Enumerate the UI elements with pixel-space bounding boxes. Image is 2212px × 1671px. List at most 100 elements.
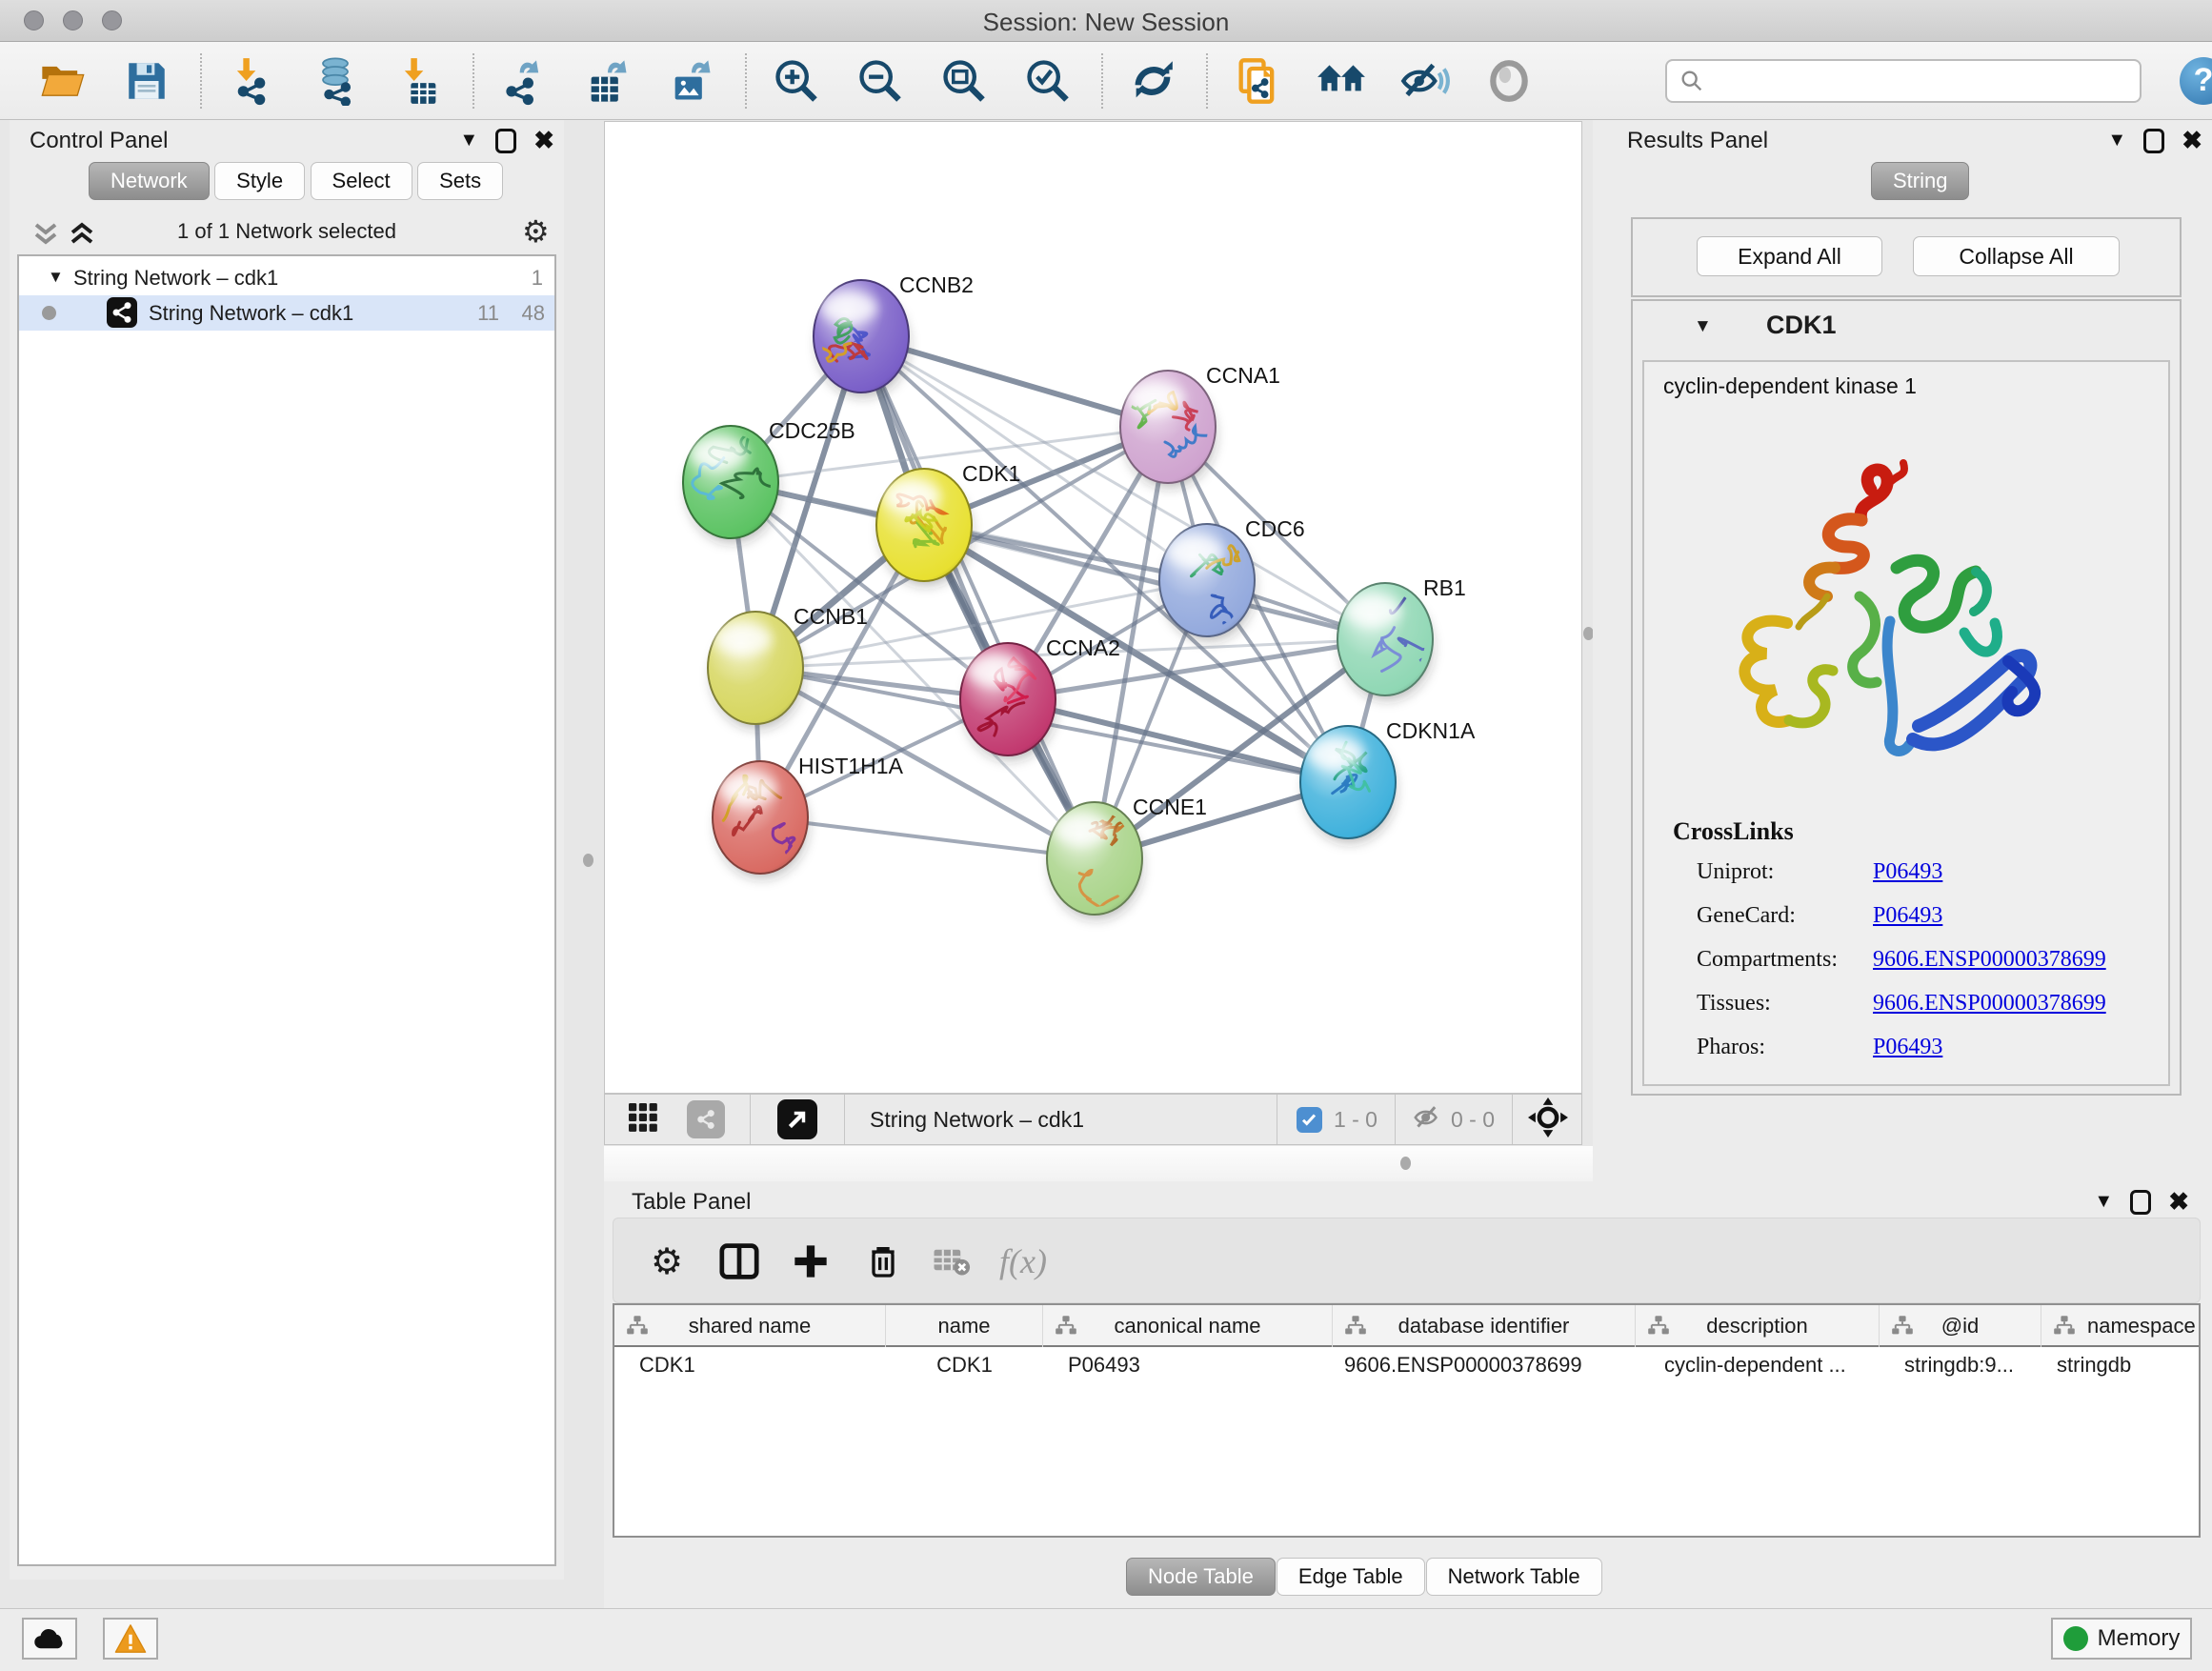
horizontal-splitter-handle[interactable]: [1400, 1157, 1411, 1170]
network-node-count: 11: [477, 301, 499, 326]
panel-float-icon[interactable]: [2143, 129, 2164, 153]
tab-string[interactable]: String: [1871, 162, 1969, 200]
protein-structure-image: [1673, 453, 2073, 796]
crosslink-label: Tissues:: [1697, 991, 1771, 1017]
search-input[interactable]: [1705, 69, 2124, 93]
zoom-in-icon[interactable]: [770, 53, 823, 109]
open-file-icon[interactable]: [36, 53, 90, 109]
network-row-selected[interactable]: String Network – cdk1 11 48: [19, 295, 554, 331]
network-options-gear-icon[interactable]: ⚙: [522, 213, 550, 250]
reset-zoom-crosshair-icon[interactable]: [1528, 1097, 1568, 1142]
crosslink-link[interactable]: P06493: [1873, 1035, 1942, 1060]
gene-details: cyclin-dependent kinase 1 CrossLinks: [1642, 360, 2170, 1086]
show-columns-icon[interactable]: [711, 1218, 768, 1304]
tree-expand-icon[interactable]: ▼: [48, 268, 64, 287]
memory-button[interactable]: Memory: [2051, 1618, 2192, 1660]
network-node-CCNB2[interactable]: [801, 280, 909, 397]
network-collection-row[interactable]: ▼ String Network – cdk1 1: [19, 260, 554, 295]
network-node-RB1[interactable]: [1337, 568, 1435, 700]
hidden-eye-slash-icon[interactable]: [1411, 1103, 1443, 1137]
node-label-CCNB2: CCNB2: [899, 272, 974, 297]
selected-checkbox-icon[interactable]: [1297, 1107, 1322, 1133]
panel-float-icon[interactable]: [2130, 1190, 2151, 1215]
column-header-database-identifier[interactable]: database identifier: [1333, 1305, 1636, 1347]
network-node-CDC25B[interactable]: [683, 426, 779, 543]
crosslink-link[interactable]: P06493: [1873, 859, 1942, 885]
column-header-namespace[interactable]: namespace: [2041, 1305, 2201, 1347]
hide-unhide-icon[interactable]: [1398, 53, 1452, 109]
panel-collapse-icon[interactable]: ▼: [2107, 130, 2126, 151]
column-header-canonical-name[interactable]: canonical name: [1043, 1305, 1333, 1347]
crosslink-label: Compartments:: [1697, 947, 1838, 973]
network-edge-CCNB2-CCNE1[interactable]: [861, 336, 1095, 858]
crosslinks-title: CrossLinks: [1673, 817, 1794, 846]
column-header-name[interactable]: name: [886, 1305, 1043, 1347]
import-network-icon[interactable]: [225, 53, 278, 109]
export-image-icon[interactable]: [665, 53, 718, 109]
gene-collapse-icon[interactable]: ▼: [1694, 316, 1712, 337]
tab-edge-table[interactable]: Edge Table: [1277, 1558, 1425, 1596]
panel-close-icon[interactable]: ✖: [2182, 126, 2202, 155]
column-header-shared-name[interactable]: shared name: [614, 1305, 886, 1347]
column-header-description[interactable]: description: [1636, 1305, 1880, 1347]
cloud-button[interactable]: [22, 1618, 77, 1660]
network-node-CDK1[interactable]: [876, 469, 972, 586]
expand-all-button[interactable]: Expand All: [1697, 236, 1882, 276]
column-header-id[interactable]: @id: [1880, 1305, 2041, 1347]
warnings-button[interactable]: [103, 1618, 158, 1660]
delete-column-trash-icon[interactable]: [855, 1218, 912, 1304]
node-table[interactable]: shared name name canonical name database…: [613, 1303, 2201, 1538]
home-networks-icon[interactable]: [1315, 53, 1368, 109]
tab-node-table[interactable]: Node Table: [1126, 1558, 1276, 1596]
crosslink-link[interactable]: P06493: [1873, 903, 1942, 929]
table-options-gear-icon[interactable]: ⚙: [638, 1218, 695, 1304]
open-in-browser-icon[interactable]: [777, 1099, 817, 1139]
collapse-all-button[interactable]: Collapse All: [1913, 236, 2120, 276]
toolbar-separator: [200, 53, 202, 109]
tab-network-table[interactable]: Network Table: [1426, 1558, 1602, 1596]
memory-status-dot: [2063, 1626, 2088, 1651]
create-column-icon[interactable]: [782, 1218, 839, 1304]
network-share-icon[interactable]: [687, 1100, 725, 1138]
import-table-icon[interactable]: [392, 53, 446, 109]
tab-style[interactable]: Style: [214, 162, 305, 200]
node-label-RB1: RB1: [1423, 575, 1466, 600]
network-node-CCNE1[interactable]: [1047, 802, 1142, 919]
toolbar-search-field[interactable]: [1665, 59, 2142, 103]
node-label-CDC6: CDC6: [1245, 516, 1305, 541]
zoom-out-icon[interactable]: [854, 53, 907, 109]
network-edge-CCNE1-HIST1H1A[interactable]: [760, 817, 1095, 858]
function-builder-icon: f(x): [995, 1218, 1052, 1304]
help-icon[interactable]: ?: [2180, 57, 2212, 105]
refresh-icon[interactable]: [1126, 53, 1179, 109]
export-network-icon[interactable]: [497, 53, 551, 109]
save-session-icon[interactable]: [120, 53, 173, 109]
network-node-CCNB1[interactable]: [708, 612, 803, 729]
panel-float-icon[interactable]: [495, 129, 516, 153]
tab-network[interactable]: Network: [89, 162, 210, 200]
panel-close-icon[interactable]: ✖: [533, 126, 554, 155]
table-row[interactable]: CDK1 CDK1 P06493 9606.ENSP00000378699 cy…: [614, 1347, 2201, 1385]
network-node-CCNA1[interactable]: [1120, 371, 1216, 488]
zoom-selected-icon[interactable]: [1021, 53, 1075, 109]
network-node-CCNA2[interactable]: [960, 643, 1056, 760]
panel-close-icon[interactable]: ✖: [2168, 1187, 2189, 1217]
zoom-fit-icon[interactable]: [937, 53, 991, 109]
gene-symbol: CDK1: [1766, 311, 1837, 340]
tab-sets[interactable]: Sets: [417, 162, 503, 200]
crosslink-link[interactable]: 9606.ENSP00000378699: [1873, 991, 2106, 1017]
string-network-view[interactable]: CCNB2CCNA1CDC25BCDK1CDC6RB1CCNB1CCNA2CDK…: [605, 122, 1581, 1093]
panel-collapse-icon[interactable]: ▼: [2094, 1191, 2113, 1213]
annotation-copy-icon[interactable]: [1231, 53, 1284, 109]
vertical-splitter-handle[interactable]: [583, 854, 593, 867]
import-network-from-database-icon[interactable]: [309, 53, 362, 109]
tab-select[interactable]: Select: [311, 162, 412, 200]
birds-eye-view-icon[interactable]: [626, 1100, 660, 1139]
network-canvas[interactable]: CCNB2CCNA1CDC25BCDK1CDC6RB1CCNB1CCNA2CDK…: [604, 121, 1582, 1094]
crosslink-link[interactable]: 9606.ENSP00000378699: [1873, 947, 2106, 973]
network-node-CDKN1A[interactable]: [1300, 726, 1396, 843]
network-node-HIST1H1A[interactable]: [713, 761, 808, 878]
panel-collapse-icon[interactable]: ▼: [459, 130, 478, 151]
memory-label: Memory: [2098, 1625, 2181, 1652]
export-table-icon[interactable]: [581, 53, 634, 109]
